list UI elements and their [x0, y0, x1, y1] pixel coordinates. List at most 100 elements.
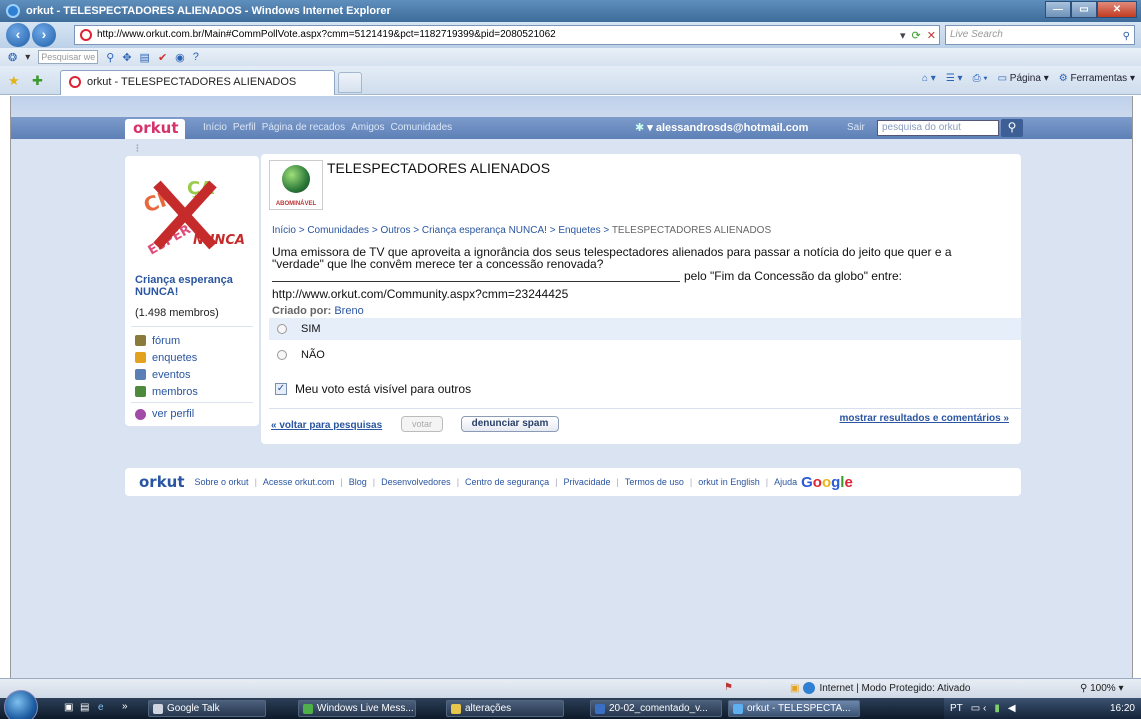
footer-link[interactable]: Centro de segurança [465, 477, 549, 487]
bookmark-icon[interactable]: ▤ [140, 51, 150, 64]
language-indicator[interactable]: PT [950, 703, 963, 714]
tab-orkut[interactable]: orkut - TELESPECTADORES ALIENADOS [60, 70, 335, 95]
creator-link[interactable]: Breno [334, 305, 363, 317]
start-button[interactable] [4, 690, 38, 719]
show-results-link[interactable]: mostrar resultados e comentários » [839, 413, 1009, 424]
volume-icon[interactable]: ◀ [1008, 703, 1016, 714]
search-icon[interactable]: ⚲ [106, 51, 114, 64]
report-spam-button[interactable]: denunciar spam [461, 416, 559, 432]
community-name[interactable]: Criança esperança NUNCA! [135, 274, 253, 298]
footer-link[interactable]: Blog [349, 477, 367, 487]
minimize-button[interactable]: — [1045, 1, 1071, 18]
orkut-search-button[interactable]: ⚲ [1001, 119, 1023, 137]
vote-button[interactable]: votar [401, 416, 443, 432]
visibility-checkbox[interactable]: ✓ [275, 383, 287, 395]
back-button[interactable]: ‹ [6, 23, 30, 47]
crumb-comunidades[interactable]: Comunidades [307, 225, 369, 236]
footer-link[interactable]: Desenvolvedores [381, 477, 451, 487]
add-favorites-icon[interactable]: ✚ [32, 73, 43, 89]
globe-icon[interactable]: ◉ [175, 51, 185, 64]
task-live-messenger[interactable]: Windows Live Mess... [298, 700, 416, 717]
footer-link[interactable]: Acesse orkut.com [263, 477, 335, 487]
footer-logo[interactable]: orkut [139, 473, 185, 491]
toolbar-logo-icon: ❂ [8, 51, 18, 64]
tray-icon[interactable]: ▭ ‹ [971, 703, 987, 714]
logout-link[interactable]: Sair [847, 122, 865, 133]
menu-forum[interactable]: fórum [135, 332, 198, 349]
network-icon[interactable]: ▮ [994, 703, 1000, 714]
menu-eventos[interactable]: eventos [135, 366, 198, 383]
nav-inicio[interactable]: Início [203, 122, 227, 133]
crumb-community[interactable]: Criança esperança NUNCA! [422, 225, 547, 236]
orkut-logo[interactable]: orkut ⋮ [125, 119, 185, 154]
community-image[interactable]: CR ÇA ESPER NUNCA!! [135, 164, 245, 264]
refresh-icon[interactable]: ⟳ [912, 29, 921, 42]
show-desktop-icon[interactable]: ▣ [64, 702, 73, 713]
community-members: (1.498 membros) [135, 307, 219, 319]
radio-sim[interactable] [277, 324, 287, 334]
option-sim[interactable]: SIM [269, 318, 1021, 340]
clock[interactable]: 16:20 [1110, 703, 1135, 714]
arrows-icon[interactable]: ✥ [122, 51, 131, 64]
ie-quicklaunch-icon[interactable]: e [98, 702, 104, 713]
footer-link[interactable]: Privacidade [563, 477, 610, 487]
protected-mode-icon: ▣ [790, 682, 800, 694]
orkut-nav: Início Perfil Página de recados Amigos C… [203, 122, 452, 133]
dropdown-icon[interactable]: ▾ [900, 29, 906, 42]
task-comentado[interactable]: 20-02_comentado_v... [590, 700, 722, 717]
orkut-favicon-icon [80, 29, 92, 41]
toolbar-search-input[interactable]: Pesquisar we [38, 50, 99, 64]
zoom-control[interactable]: ⚲ 100% ▾ [1080, 683, 1124, 694]
footer-link[interactable]: Termos de uso [625, 477, 684, 487]
crumb-outros[interactable]: Outros [380, 225, 410, 236]
check-icon[interactable]: ✔ [158, 51, 167, 64]
task-orkut[interactable]: orkut - TELESPECTA... [728, 700, 860, 717]
chevron-down-icon[interactable]: ▾ [25, 52, 30, 63]
help-icon[interactable]: ? [193, 51, 199, 63]
favorites-star-icon[interactable]: ★ [8, 73, 20, 89]
address-controls: ▾ ⟳ ✕ [900, 25, 940, 45]
crumb-inicio[interactable]: Início [272, 225, 296, 236]
feeds-icon[interactable]: ☰ ▾ [946, 73, 963, 84]
command-bar: ⌂ ▾ ☰ ▾ ⎙ ▾ ▭ Página ▾ ⚙ Ferramentas ▾ [922, 73, 1135, 84]
status-bar: ⚑ ▣ Internet | Modo Protegido: Ativado ⚲… [0, 678, 1141, 698]
footer-link[interactable]: orkut in English [698, 477, 760, 487]
forward-button[interactable]: › [32, 23, 56, 47]
window-controls: — ▭ ✕ [1045, 1, 1137, 18]
vote-visibility[interactable]: ✓ Meu voto está visível para outros [275, 382, 471, 396]
nav-perfil[interactable]: Perfil [233, 122, 256, 133]
task-google-talk[interactable]: Google Talk [148, 700, 266, 717]
switch-windows-icon[interactable]: ▤ [80, 702, 89, 713]
option-nao[interactable]: NÃO [269, 344, 1021, 366]
maximize-button[interactable]: ▭ [1071, 1, 1097, 18]
tab-title: orkut - TELESPECTADORES ALIENADOS [87, 76, 297, 88]
more-icon[interactable]: » [122, 701, 128, 712]
search-icon[interactable]: ⚲ [1123, 28, 1130, 46]
radio-nao[interactable] [277, 350, 287, 360]
view-profile-link[interactable]: ver perfil [135, 408, 194, 420]
security-zone[interactable]: ▣ Internet | Modo Protegido: Ativado [790, 682, 970, 694]
nav-comunidades[interactable]: Comunidades [390, 122, 452, 133]
nav-recados[interactable]: Página de recados [262, 122, 345, 133]
orkut-search-input[interactable]: pesquisa do orkut [877, 120, 999, 136]
live-search-input[interactable]: Live Search ⚲ [945, 25, 1135, 45]
close-button[interactable]: ✕ [1097, 1, 1137, 18]
tools-menu[interactable]: ⚙ Ferramentas ▾ [1059, 73, 1135, 84]
footer-link[interactable]: Ajuda [774, 477, 797, 487]
menu-membros[interactable]: membros [135, 383, 198, 400]
menu-enquetes[interactable]: enquetes [135, 349, 198, 366]
new-tab-button[interactable] [338, 72, 362, 93]
page-menu[interactable]: ▭ Página ▾ [998, 73, 1049, 84]
user-menu[interactable]: ✱ ▾ alessandrosds@hotmail.com [635, 121, 808, 134]
print-icon[interactable]: ⎙ ▾ [973, 73, 988, 84]
home-icon[interactable]: ⌂ ▾ [922, 73, 936, 84]
stop-icon[interactable]: ✕ [927, 29, 936, 42]
task-alteracoes[interactable]: alterações [446, 700, 564, 717]
security-icon[interactable]: ⚑ [724, 682, 733, 693]
back-to-polls-link[interactable]: « voltar para pesquisas [271, 420, 382, 431]
address-field[interactable]: http://www.orkut.com.br/Main#CommPollVot… [74, 25, 940, 45]
nav-amigos[interactable]: Amigos [351, 122, 384, 133]
crumb-enquetes[interactable]: Enquetes [558, 225, 600, 236]
crumb-current: TELESPECTADORES ALIENADOS [611, 225, 772, 236]
footer-link[interactable]: Sobre o orkut [195, 477, 249, 487]
